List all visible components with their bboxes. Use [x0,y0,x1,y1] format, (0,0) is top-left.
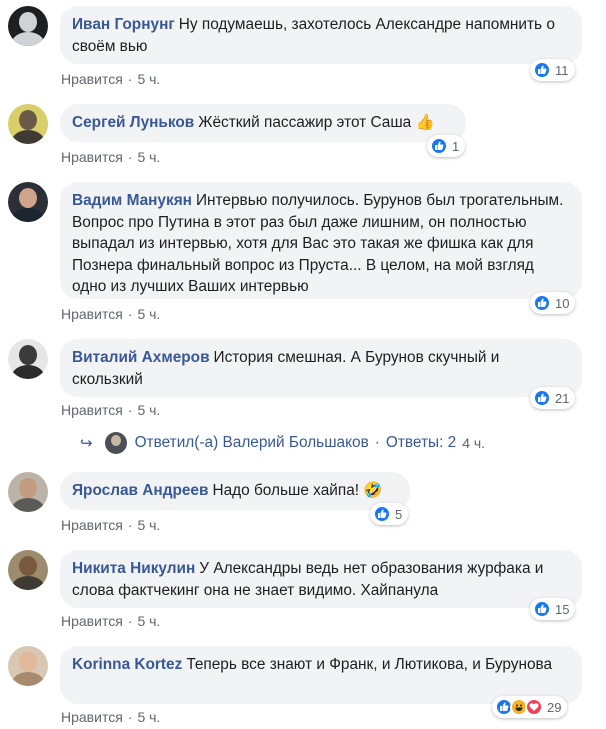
reaction-count: 10 [555,295,570,311]
comment-actions: Нравится · 5 ч. [61,402,161,418]
comment-author[interactable]: Виталий Ахмеров [72,349,210,366]
reaction-summary[interactable]: 15 [530,598,576,620]
reaction-summary[interactable]: 10 [530,292,576,314]
reaction-count: 5 [395,506,403,522]
like-icon [533,294,551,312]
comment-author[interactable]: Ярослав Андреев [72,482,208,499]
reaction-count: 29 [547,699,562,715]
timestamp[interactable]: 4 ч. [462,435,485,451]
avatar[interactable] [8,182,48,222]
comment-bubble: Иван Горнунг Ну подумаешь, захотелось Але… [60,6,582,64]
like-icon [533,389,551,407]
like-icon [373,505,391,523]
comment-author[interactable]: Korinna Kortez [72,656,182,673]
timestamp[interactable]: 5 ч. [137,613,160,629]
comment-bubble: Вадим Манукян Интервью получилось. Буруно… [60,182,582,299]
timestamp[interactable]: 5 ч. [137,402,160,418]
comment-author[interactable]: Иван Горнунг [72,16,175,33]
avatar[interactable] [8,104,48,144]
comment-bubble: Никита Никулин У Александры ведь нет обра… [60,550,582,608]
comment-author[interactable]: Вадим Манукян [72,192,192,209]
reply-arrow-icon: ↪ [80,435,93,452]
reaction-summary[interactable]: 21 [530,387,576,409]
comment-bubble: Сергей Луньков Жёсткий пассажир этот Саша… [60,104,466,142]
comment-actions: Нравится · 5 ч. [61,517,161,533]
like-icon [533,600,551,618]
avatar[interactable] [8,646,48,686]
timestamp[interactable]: 5 ч. [137,709,160,725]
replies-count[interactable]: Ответы: 2 [386,434,456,452]
timestamp[interactable]: 5 ч. [137,306,160,322]
avatar[interactable] [8,472,48,512]
like-button[interactable]: Нравится [61,402,123,418]
like-button[interactable]: Нравится [61,306,123,322]
replied-by-text[interactable]: Ответил(-а) Валерий Большаков [135,434,369,452]
timestamp[interactable]: 5 ч. [137,517,160,533]
reaction-count: 15 [555,601,570,617]
comment-bubble: Ярослав Андреев Надо больше хайпа! 🤣 [60,472,410,510]
like-button[interactable]: Нравится [61,517,123,533]
comment-actions: Нравится · 5 ч. [61,149,161,165]
reaction-summary[interactable]: 29 [492,696,568,718]
like-button[interactable]: Нравится [61,613,123,629]
like-button[interactable]: Нравится [61,149,123,165]
comment-author[interactable]: Никита Никулин [72,560,195,577]
avatar[interactable] [8,6,48,46]
like-icon [430,137,448,155]
reaction-count: 21 [555,390,570,406]
reaction-summary[interactable]: 11 [530,59,575,81]
reaction-summary[interactable]: 5 [370,503,409,525]
like-icon [533,61,551,79]
reply-avatar [104,432,127,454]
comment-actions: Нравится · 5 ч. [61,71,161,87]
comment-text: Теперь все знают и Франк, и Лютикова, и … [186,656,553,673]
comment-actions: Нравится · 5 ч. [61,613,161,629]
reaction-summary[interactable]: 1 [427,135,466,157]
comment-author[interactable]: Сергей Луньков [72,114,194,131]
like-button[interactable]: Нравится [61,71,123,87]
reaction-count: 1 [452,138,460,154]
view-replies-link[interactable]: ↪ Ответил(-а) Валерий Большаков · Ответы… [80,432,485,454]
avatar[interactable] [8,339,48,379]
comment-actions: Нравится · 5 ч. [61,306,161,322]
comment-text: Жёсткий пассажир этот Саша 👍 [198,114,435,131]
timestamp[interactable]: 5 ч. [137,71,160,87]
like-button[interactable]: Нравится [61,709,123,725]
comment-bubble: Виталий Ахмеров История смешная. А Буруно… [60,339,582,397]
comment-actions: Нравится · 5 ч. [61,709,161,725]
reaction-count: 11 [555,62,569,78]
timestamp[interactable]: 5 ч. [137,149,160,165]
comment-text: Надо больше хайпа! 🤣 [212,482,383,499]
avatar[interactable] [8,550,48,590]
love-icon [525,698,543,716]
